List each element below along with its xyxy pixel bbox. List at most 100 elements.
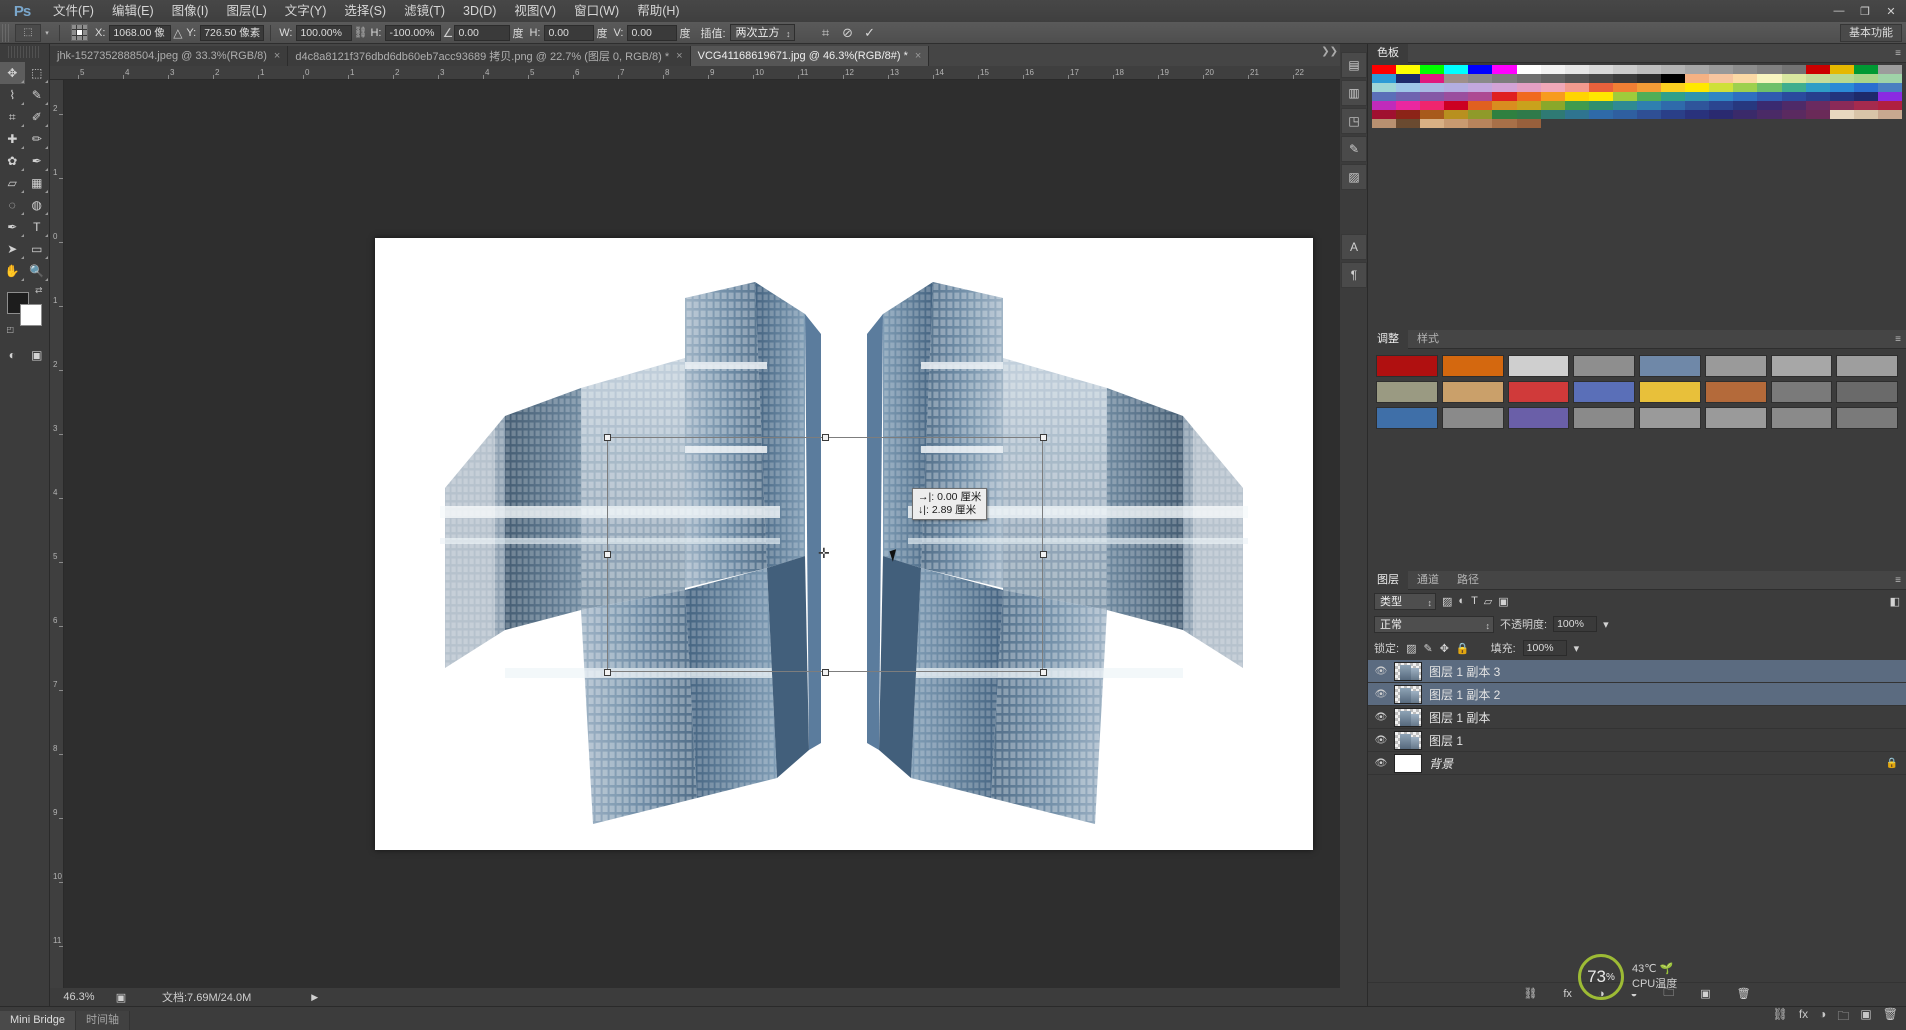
color-swatch[interactable] [1829, 101, 1854, 110]
color-swatch[interactable] [1733, 110, 1758, 119]
tab-channels[interactable]: 通道 [1408, 571, 1448, 590]
transform-handle-tl[interactable] [604, 434, 611, 441]
style-preset-swatch[interactable] [1770, 355, 1833, 377]
color-swatch[interactable] [1733, 92, 1758, 101]
color-swatch[interactable] [1468, 119, 1493, 128]
color-swatch[interactable] [1468, 101, 1493, 110]
color-swatch[interactable] [1444, 119, 1469, 128]
shape-tool[interactable]: ▭ [25, 238, 50, 260]
menu-file[interactable]: 文件(F) [44, 0, 103, 22]
color-swatch[interactable] [1805, 74, 1830, 83]
color-swatch[interactable] [1396, 83, 1421, 92]
blur-tool[interactable]: ◌ [0, 194, 25, 216]
color-swatch[interactable] [1372, 110, 1397, 119]
filter-shape-icon[interactable]: ▱ [1484, 595, 1492, 608]
color-swatch[interactable] [1420, 74, 1445, 83]
style-preset-swatch[interactable] [1441, 355, 1504, 377]
color-swatch[interactable] [1829, 65, 1854, 74]
style-preset-swatch[interactable] [1836, 355, 1898, 377]
style-preset-swatch[interactable] [1507, 355, 1570, 377]
tool-preset-chevron-icon[interactable]: ▾ [41, 24, 53, 42]
color-swatch[interactable] [1853, 101, 1878, 110]
layer-name[interactable]: 图层 1 副本 [1429, 709, 1490, 726]
color-swatch[interactable] [1781, 83, 1806, 92]
color-swatch[interactable] [1853, 74, 1878, 83]
color-swatch[interactable] [1420, 101, 1445, 110]
layer-visibility-icon[interactable]: 👁 [1368, 735, 1394, 746]
type-tool[interactable]: T [25, 216, 50, 238]
color-swatch[interactable] [1420, 119, 1445, 128]
color-swatch[interactable] [1781, 92, 1806, 101]
tab-adjustments[interactable]: 调整 [1368, 329, 1408, 349]
style-preset-swatch[interactable] [1836, 407, 1898, 429]
background-color-swatch[interactable] [19, 304, 42, 326]
link-aspect-icon[interactable]: ⛓ [352, 26, 368, 40]
history-brush-tool[interactable]: ✒ [25, 150, 50, 172]
close-button[interactable]: ✕ [1878, 1, 1904, 21]
lock-position-icon[interactable]: ✥ [1440, 642, 1449, 655]
color-swatch[interactable] [1661, 65, 1686, 74]
navigator-panel-icon[interactable]: ◳ [1341, 108, 1367, 134]
brush-tool[interactable]: ✏ [25, 128, 50, 150]
status-arrow-icon[interactable]: ▶ [311, 992, 318, 1003]
color-swatch[interactable] [1877, 74, 1902, 83]
transform-handle-tr[interactable] [1040, 434, 1047, 441]
layer-thumbnail[interactable] [1394, 707, 1422, 727]
blend-mode-select[interactable]: 正常 [1374, 615, 1494, 634]
color-swatch[interactable] [1588, 65, 1613, 74]
delete-layer-icon[interactable]: 🗑 [1737, 987, 1751, 1000]
opacity-chevron-icon[interactable]: ▾ [1603, 618, 1609, 631]
zoom-tool[interactable]: 🔍 [25, 260, 50, 282]
color-swatch[interactable] [1709, 83, 1734, 92]
color-swatch[interactable] [1492, 83, 1517, 92]
layer-row[interactable]: 👁 图层 1 [1368, 729, 1906, 752]
fill-input[interactable]: 100% [1522, 640, 1567, 656]
color-swatch[interactable] [1853, 92, 1878, 101]
color-swatch[interactable] [1661, 74, 1686, 83]
menu-image[interactable]: 图像(I) [163, 0, 218, 22]
commit-transform-icon[interactable]: ✓ [859, 24, 881, 42]
relative-position-icon[interactable]: △ [171, 26, 184, 40]
color-swatch[interactable] [1444, 92, 1469, 101]
filter-enable-toggle[interactable]: ◧ [1890, 595, 1900, 608]
filter-type-icon[interactable]: T [1471, 595, 1478, 607]
color-swatch[interactable] [1757, 110, 1782, 119]
color-swatch[interactable] [1877, 92, 1902, 101]
mini-bridge-panel-icon[interactable]: ▤ [1341, 52, 1367, 78]
layer-row[interactable]: 👁 背景 🔒 [1368, 752, 1906, 775]
color-swatch[interactable] [1661, 101, 1686, 110]
color-swatch[interactable] [1540, 65, 1565, 74]
color-swatch[interactable] [1396, 74, 1421, 83]
color-swatch[interactable] [1516, 83, 1541, 92]
color-swatch[interactable] [1516, 101, 1541, 110]
skew-v-input[interactable]: 0.00 [627, 24, 678, 41]
pen-tool[interactable]: ✒ [0, 216, 25, 238]
styles-grid[interactable] [1368, 349, 1906, 435]
link-layers-icon[interactable]: ⛓ [1523, 987, 1537, 1000]
x-input[interactable]: 1068.00 像 [109, 24, 172, 41]
style-preset-swatch[interactable] [1639, 381, 1701, 403]
color-swatch[interactable] [1685, 83, 1710, 92]
opacity-input[interactable]: 100% [1553, 616, 1598, 632]
color-swatch[interactable] [1396, 92, 1421, 101]
tab-paths[interactable]: 路径 [1448, 571, 1488, 590]
chain-icon[interactable]: ⛓ [1773, 1007, 1788, 1028]
style-preset-swatch[interactable] [1441, 407, 1504, 429]
layer-name[interactable]: 图层 1 副本 2 [1429, 686, 1500, 703]
color-swatch[interactable] [1492, 119, 1517, 128]
transform-center-point[interactable]: ✛ [818, 546, 830, 560]
color-swatch[interactable] [1805, 101, 1830, 110]
color-swatch[interactable] [1805, 92, 1830, 101]
color-swatch[interactable] [1685, 74, 1710, 83]
filter-adjust-icon[interactable]: ◐ [1458, 595, 1465, 607]
color-swatch[interactable] [1468, 65, 1493, 74]
color-swatch[interactable] [1637, 92, 1662, 101]
proxy-preview-icon[interactable]: ▣ [108, 991, 134, 1004]
move-tool[interactable]: ✥ [0, 62, 25, 84]
menu-help[interactable]: 帮助(H) [628, 0, 688, 22]
color-swatch[interactable] [1372, 83, 1397, 92]
color-swatch[interactable] [1420, 65, 1445, 74]
style-preset-swatch[interactable] [1704, 407, 1767, 429]
swap-colors-icon[interactable]: ⇄ [35, 285, 43, 296]
color-swatch[interactable] [1540, 74, 1565, 83]
